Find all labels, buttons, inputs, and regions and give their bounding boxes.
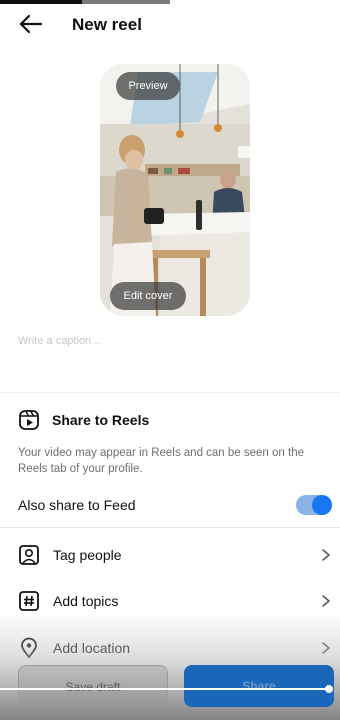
add-location-label: Add location — [53, 640, 131, 656]
kitchen-scene-image — [100, 64, 250, 316]
toggle-knob — [312, 495, 332, 515]
reels-description: Your video may appear in Reels and can b… — [18, 447, 304, 475]
video-scrubber-handle[interactable] — [325, 685, 333, 693]
divider — [0, 527, 340, 528]
bottom-action-bar: Save draft Share — [0, 658, 340, 720]
video-scrubber-track[interactable] — [0, 688, 330, 690]
share-to-reels-header: Share to Reels — [18, 408, 328, 432]
share-to-feed-label: Also share to Feed — [18, 497, 136, 513]
section-divider — [0, 392, 340, 393]
chevron-right-icon — [322, 642, 330, 654]
preview-button[interactable]: Preview — [116, 72, 180, 100]
caption-input[interactable]: Write a caption... — [18, 335, 318, 347]
location-pin-icon — [21, 637, 37, 659]
tag-person-icon — [19, 545, 39, 565]
page-title: New reel — [72, 15, 142, 34]
edit-cover-button[interactable]: Edit cover — [110, 282, 186, 310]
add-topics-row[interactable]: Add topics — [18, 587, 332, 615]
tag-people-row[interactable]: Tag people — [18, 541, 332, 569]
share-to-feed-row: Also share to Feed — [18, 494, 334, 518]
save-draft-button[interactable]: Save draft — [18, 665, 168, 707]
reels-icon — [19, 410, 39, 430]
status-strip-mid — [82, 0, 170, 4]
add-topics-label: Add topics — [53, 593, 119, 609]
arrow-left-icon — [19, 14, 43, 34]
status-strip-dark — [0, 0, 82, 4]
hashtag-icon — [19, 591, 39, 611]
back-button[interactable] — [18, 12, 44, 36]
share-button[interactable]: Share — [184, 665, 334, 707]
share-to-feed-toggle[interactable] — [296, 495, 332, 515]
chevron-right-icon — [322, 595, 330, 607]
header: New reel — [0, 6, 340, 42]
tag-people-label: Tag people — [53, 547, 122, 563]
reel-preview-thumbnail[interactable]: Preview Edit cover — [100, 64, 250, 316]
share-to-reels-title: Share to Reels — [52, 412, 150, 428]
status-strip — [0, 0, 340, 4]
chevron-right-icon — [322, 549, 330, 561]
